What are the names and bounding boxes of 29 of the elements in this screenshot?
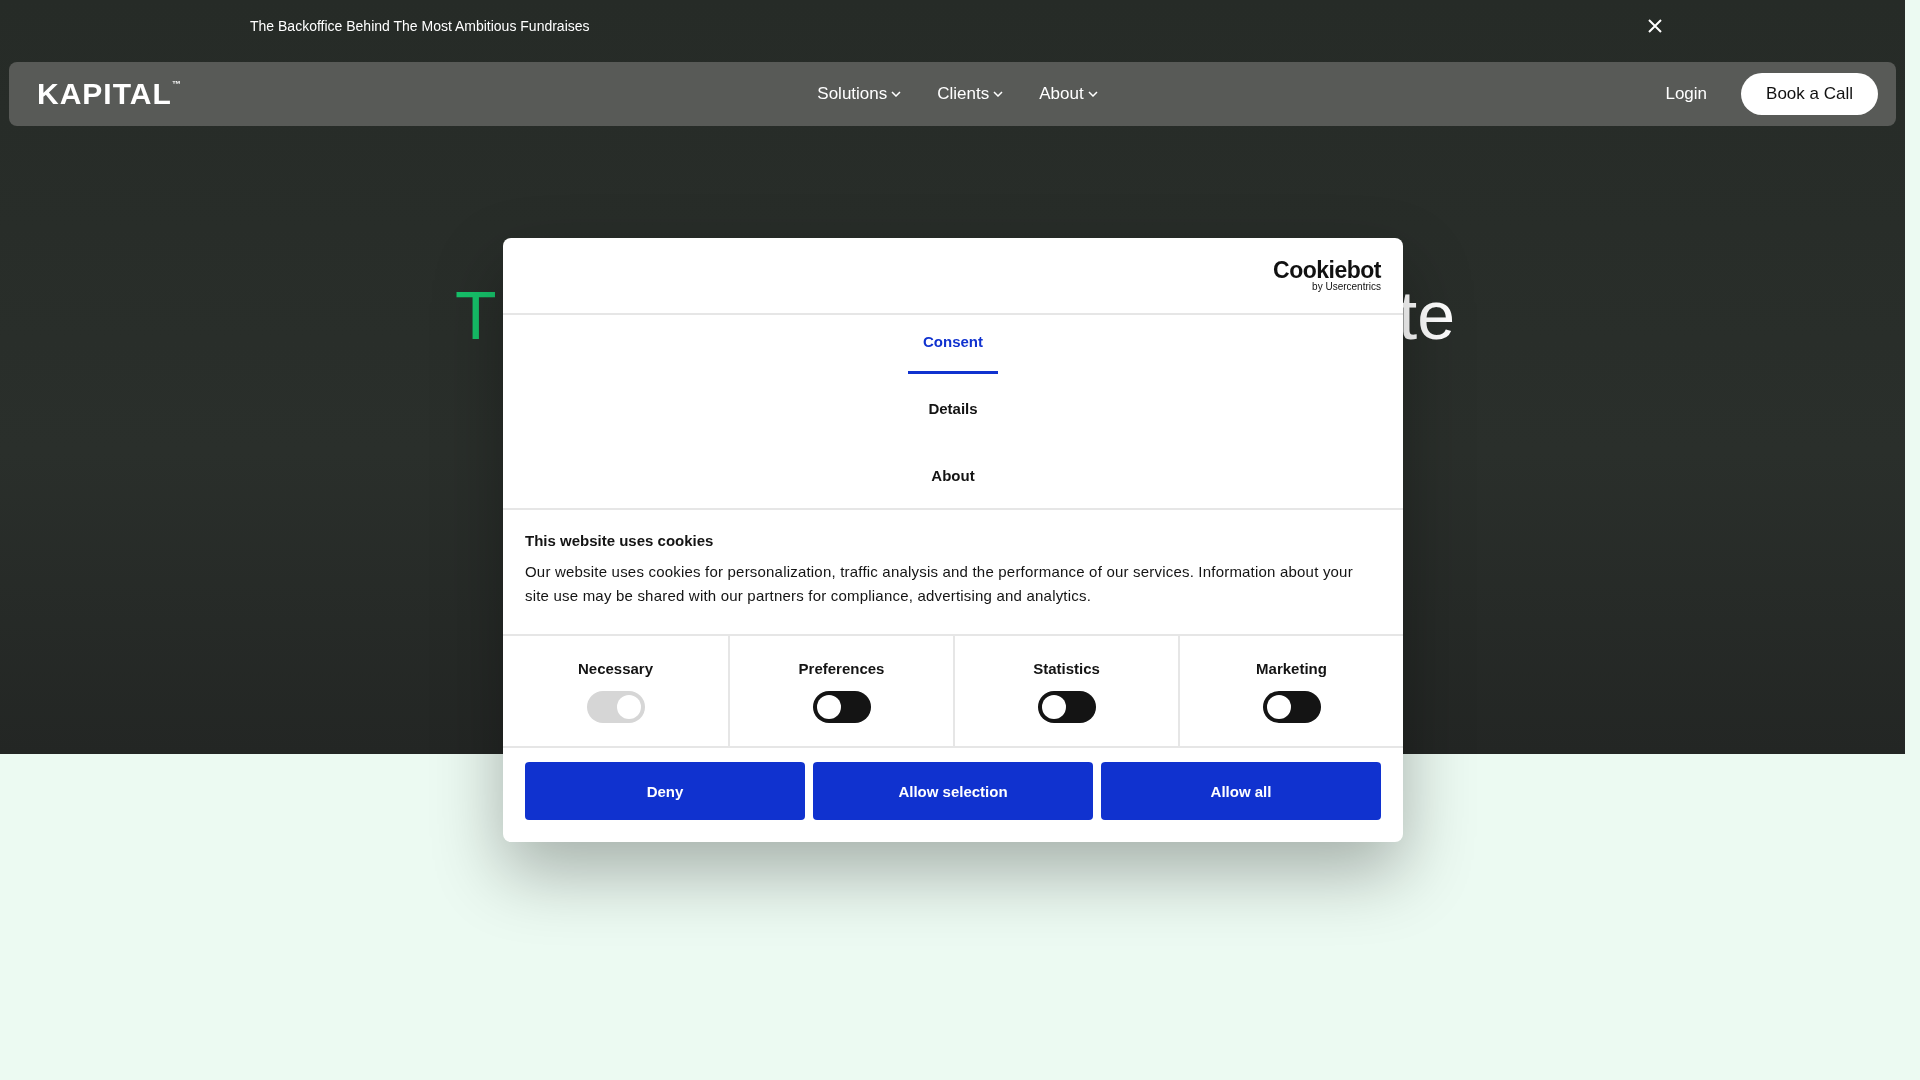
book-call-button[interactable]: Book a Call bbox=[1741, 73, 1878, 115]
chevron-down-icon bbox=[1087, 91, 1098, 97]
dialog-title: This website uses cookies bbox=[525, 532, 715, 549]
hero-heading: te bbox=[1398, 281, 1455, 349]
nav-item[interactable]: Solutions bbox=[817, 84, 902, 104]
consent-button[interactable]: Allow selection bbox=[813, 762, 1093, 820]
logo[interactable]: KAPITAL™ bbox=[37, 77, 182, 111]
nav-item[interactable]: Clients bbox=[937, 84, 1004, 104]
dialog-tab[interactable]: Details bbox=[913, 382, 993, 441]
hero-heading: T bbox=[455, 281, 497, 349]
consent-button[interactable]: Allow all bbox=[1101, 762, 1381, 820]
consent-button[interactable]: Deny bbox=[525, 762, 805, 820]
toggle-label: Preferences bbox=[798, 660, 885, 677]
dialog-text: Our website uses cookies for personalization, traffic analysis and the performance of our services. Information about your site use may be shared with our partners for compliance, advertising and analytics. bbox=[525, 562, 1354, 606]
announcement-text: The Backoffice Behind The Most Ambitious Fundraises bbox=[250, 18, 590, 34]
nav-item[interactable]: About bbox=[1039, 84, 1098, 104]
toggle-switch[interactable] bbox=[1262, 691, 1321, 723]
login-link[interactable]: Login bbox=[1665, 84, 1708, 104]
toggle-switch[interactable] bbox=[812, 691, 871, 723]
brand-subtitle: by Usercentrics bbox=[1312, 282, 1381, 292]
chevron-down-icon bbox=[993, 91, 1004, 97]
dialog-tab[interactable]: Consent bbox=[908, 315, 998, 374]
toggle-label: Statistics bbox=[1033, 660, 1100, 677]
toggle-label: Marketing bbox=[1256, 660, 1327, 677]
chevron-down-icon bbox=[891, 91, 902, 97]
toggle-label: Necessary bbox=[577, 660, 654, 677]
toggle-switch[interactable] bbox=[1037, 691, 1096, 723]
brand-logo: Cookiebot bbox=[1273, 259, 1381, 282]
dialog-tab[interactable]: About bbox=[916, 449, 990, 508]
